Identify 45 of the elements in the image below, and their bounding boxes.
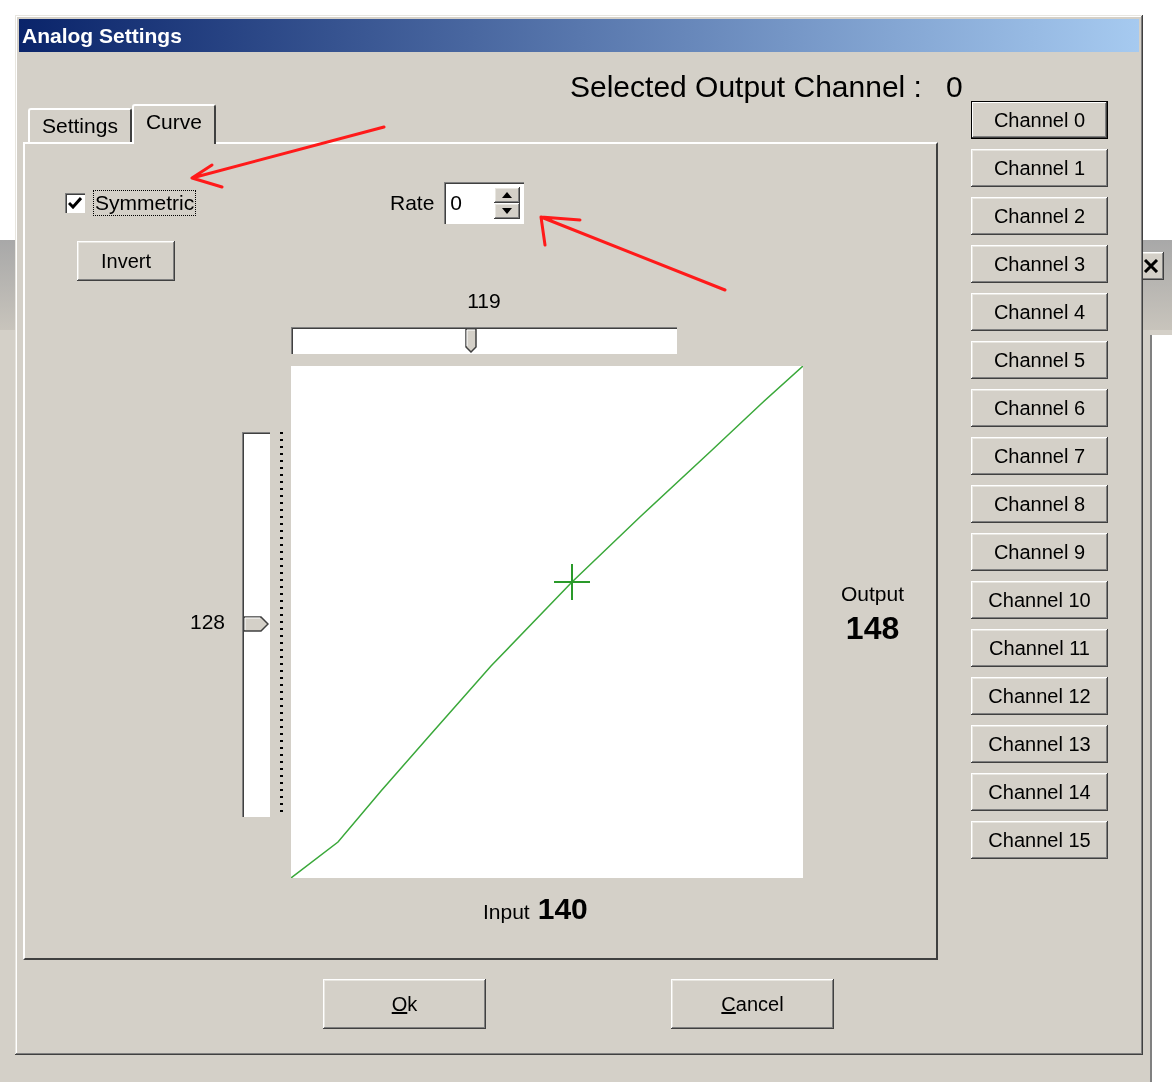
tab[interactable]: Settings [28,108,132,142]
channel-button[interactable]: Channel 5 [971,341,1108,379]
selected-channel-value: 0 [945,70,963,104]
output-label: Output [841,582,905,606]
output-slider[interactable] [242,431,270,817]
channel-button[interactable]: Channel 14 [971,773,1108,811]
down-arrow-icon [502,208,513,214]
input-slider[interactable] [291,327,677,354]
channel-button[interactable]: Channel 12 [971,677,1108,715]
output-slider-reading: 128 [190,610,227,634]
window-title: Analog Settings [22,23,182,48]
channel-button[interactable]: Channel 1 [971,149,1108,187]
channel-button[interactable]: Channel 15 [971,821,1108,859]
slider-thumb[interactable] [465,328,478,353]
heading-label: Selected Output Channel : [570,70,922,104]
dialog-button[interactable]: Ok [323,979,486,1029]
channel-button[interactable]: Channel 9 [971,533,1108,571]
crosshair-icon [553,563,591,601]
channel-button[interactable]: Channel 8 [971,485,1108,523]
channel-button[interactable]: Channel 0 [971,101,1108,139]
invert-button[interactable]: Invert [77,241,175,281]
channel-button[interactable]: Channel 11 [971,629,1108,667]
channel-button[interactable]: Channel 2 [971,197,1108,235]
up-arrow-icon [502,192,513,198]
channel-button[interactable]: Channel 10 [971,581,1108,619]
input-value: 140 [537,892,588,926]
slider-thumb[interactable] [243,616,269,632]
input-label: Input [483,900,530,924]
channel-button[interactable]: Channel 3 [971,245,1108,283]
check-icon [68,197,82,209]
close-icon [1143,259,1159,273]
rate-label: Rate [390,191,435,215]
output-value: 148 [845,610,900,647]
channel-button[interactable]: Channel 6 [971,389,1108,427]
spin-up-button[interactable] [494,187,521,203]
checkbox-label[interactable]: Symmetric [93,190,197,216]
input-slider-reading: 119 [467,289,501,313]
tab[interactable]: Curve [131,104,216,144]
rate-spin-field[interactable]: 0 [444,182,525,224]
channel-button[interactable]: Channel 7 [971,437,1108,475]
spin-down-button[interactable] [494,203,521,219]
checkbox[interactable] [65,193,85,213]
channel-button[interactable]: Channel 13 [971,725,1108,763]
dialog-button[interactable]: Cancel [671,979,834,1029]
channel-button[interactable]: Channel 4 [971,293,1108,331]
